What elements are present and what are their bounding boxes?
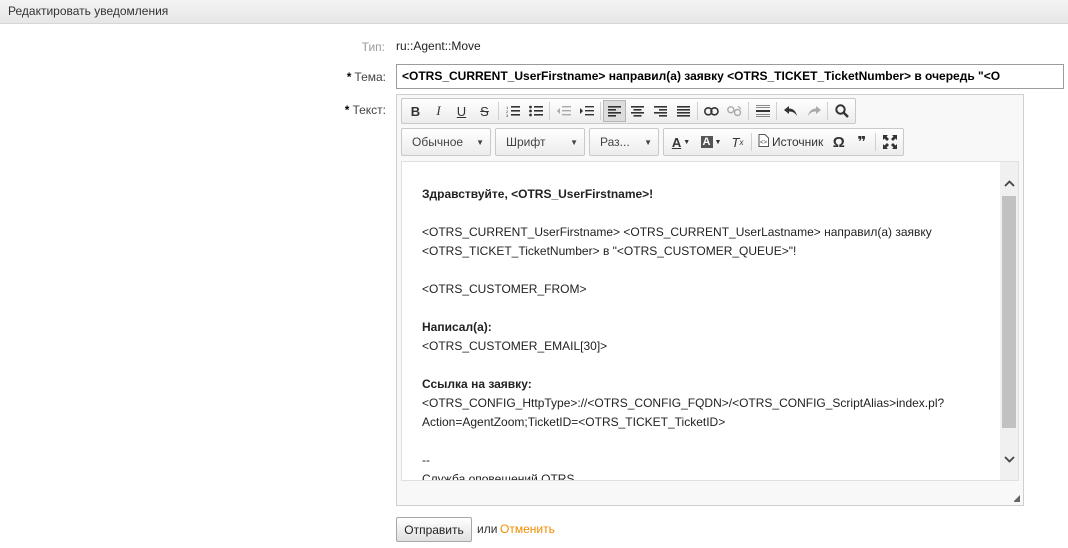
content-line: <OTRS_CUSTOMER_FROM> (422, 282, 587, 296)
font-dropdown-value: Шрифт (506, 135, 546, 149)
strikethrough-icon[interactable]: S (473, 100, 496, 122)
chevron-down-icon: ▼ (476, 137, 484, 147)
signature-separator: -- (422, 453, 430, 467)
toolbar-group-colors: A ▼ A ▼ Tx <> Источник Ω ❞ (663, 128, 905, 156)
maximize-icon[interactable] (878, 131, 901, 153)
redo-icon[interactable] (802, 100, 825, 122)
text-color-icon[interactable]: A ▼ (666, 131, 696, 153)
toolbar-group-basic: B I U S 123 (401, 98, 856, 124)
wrote-label: Написал(а): (422, 320, 492, 334)
text-label: * Текст: (320, 103, 386, 117)
horizontal-line-icon[interactable] (751, 100, 774, 122)
text-label-text: Текст: (352, 103, 386, 117)
subject-label: * Тема: (320, 70, 386, 84)
outdent-icon[interactable] (552, 100, 575, 122)
content-line: <OTRS_CURRENT_UserFirstname> <OTRS_CURRE… (422, 225, 932, 239)
subject-label-text: Тема: (354, 70, 386, 84)
toolbar-separator (498, 102, 499, 120)
or-text: или (477, 522, 498, 536)
chevron-down-icon[interactable] (1000, 451, 1018, 468)
source-button-label: Источник (772, 135, 824, 149)
align-justify-icon[interactable] (672, 100, 695, 122)
required-mark: * (346, 70, 352, 84)
chevron-up-icon[interactable] (1000, 175, 1018, 192)
indent-icon[interactable] (575, 100, 598, 122)
page-title: Редактировать уведомления (8, 4, 169, 18)
undo-icon[interactable] (779, 100, 802, 122)
editor-toolbar-row-2: Обычное ▼ Шрифт ▼ Раз... ▼ A ▼ A ▼ Tx <> И (401, 128, 905, 156)
background-color-icon[interactable]: A ▼ (696, 131, 726, 153)
size-dropdown[interactable]: Раз... ▼ (589, 128, 659, 156)
align-left-icon[interactable] (603, 100, 626, 122)
unlink-icon[interactable] (723, 100, 746, 122)
numbered-list-icon[interactable]: 123 (501, 100, 524, 122)
font-dropdown[interactable]: Шрифт ▼ (495, 128, 585, 156)
toolbar-separator (697, 102, 698, 120)
search-icon[interactable] (830, 100, 853, 122)
svg-text:<>: <> (760, 140, 768, 146)
chevron-down-icon: ▼ (570, 137, 578, 147)
remove-format-icon[interactable]: Tx (726, 131, 749, 153)
editor-content: Здравствуйте, <OTRS_UserFirstname>! <OTR… (422, 179, 992, 481)
editor-scrollbar[interactable] (1000, 162, 1018, 480)
link-icon[interactable] (700, 100, 723, 122)
source-icon: <> (758, 134, 769, 150)
format-dropdown[interactable]: Обычное ▼ (401, 128, 491, 156)
size-dropdown-value: Раз... (600, 135, 630, 149)
omega-icon[interactable]: Ω (827, 131, 850, 153)
subject-input[interactable]: <OTRS_CURRENT_UserFirstname> направил(а)… (396, 64, 1064, 89)
scrollbar-thumb[interactable] (1002, 196, 1016, 428)
chevron-down-icon: ▼ (644, 137, 652, 147)
type-value: ru::Agent::Move (396, 39, 481, 53)
rich-text-editor: B I U S 123 Обычное ▼ Шрифт ▼ Раз... ▼ A… (396, 94, 1024, 506)
cancel-link[interactable]: Отменить (500, 522, 555, 536)
signature-text: Служба оповещений OTRS (422, 472, 575, 481)
format-dropdown-value: Обычное (412, 135, 464, 149)
toolbar-separator (776, 102, 777, 120)
underline-icon[interactable]: U (450, 100, 473, 122)
editor-toolbar-row-1: B I U S 123 (401, 98, 856, 124)
align-right-icon[interactable] (649, 100, 672, 122)
type-label: Тип: (361, 40, 385, 54)
toolbar-separator (875, 133, 877, 151)
content-line: <OTRS_TICKET_TicketNumber> в "<OTRS_CUST… (422, 244, 797, 258)
align-center-icon[interactable] (626, 100, 649, 122)
content-line: <OTRS_CONFIG_HttpType>://<OTRS_CONFIG_FQ… (422, 396, 945, 410)
page-header: Редактировать уведомления (0, 0, 1068, 24)
toolbar-separator (827, 102, 828, 120)
toolbar-separator (549, 102, 550, 120)
toolbar-separator (751, 133, 752, 151)
resize-handle-icon[interactable] (1013, 495, 1020, 502)
submit-button[interactable]: Отправить (396, 517, 472, 542)
blockquote-icon[interactable]: ❞ (850, 131, 873, 153)
bold-icon[interactable]: B (404, 100, 427, 122)
link-label: Ссылка на заявку: (422, 377, 532, 391)
toolbar-separator (748, 102, 749, 120)
italic-icon[interactable]: I (427, 100, 450, 122)
toolbar-separator (600, 102, 601, 120)
bulleted-list-icon[interactable] (524, 100, 547, 122)
required-mark: * (344, 103, 350, 117)
greeting-text: Здравствуйте, <OTRS_UserFirstname>! (422, 187, 654, 201)
editor-content-area[interactable]: Здравствуйте, <OTRS_UserFirstname>! <OTR… (401, 161, 1019, 481)
svg-text:3: 3 (506, 113, 509, 117)
content-line: Action=AgentZoom;TicketID=<OTRS_TICKET_T… (422, 415, 726, 429)
source-button[interactable]: <> Источник (754, 131, 827, 153)
content-line: <OTRS_CUSTOMER_EMAIL[30]> (422, 339, 608, 353)
